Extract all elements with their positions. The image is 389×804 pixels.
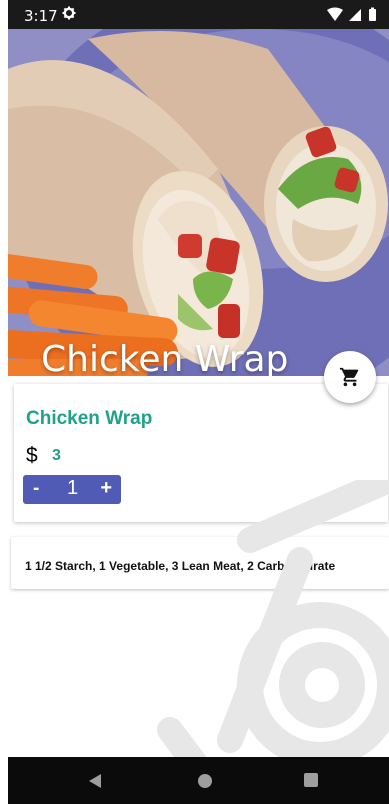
status-bar: 3:17 <box>8 0 389 29</box>
hero-title: Chicken Wrap <box>41 339 289 376</box>
currency-symbol: $ <box>26 444 38 467</box>
back-icon[interactable] <box>88 773 102 789</box>
product-price: 3 <box>52 447 61 464</box>
nutrition-text: 1 1/2 Starch, 1 Vegetable, 3 Lean Meat, … <box>25 559 336 573</box>
status-time: 3:17 <box>24 7 58 25</box>
product-card: Chicken Wrap $ 3 - 1 + <box>14 384 388 522</box>
quantity-stepper: - 1 + <box>23 475 121 504</box>
system-icons <box>327 7 376 21</box>
wifi-icon <box>327 7 343 21</box>
recents-icon[interactable] <box>304 773 318 787</box>
decrease-button[interactable]: - <box>33 478 39 500</box>
product-name: Chicken Wrap <box>26 408 153 429</box>
quantity-value: 1 <box>67 477 79 499</box>
hero-image: Chicken Wrap <box>8 29 389 376</box>
food-illustration <box>8 29 389 376</box>
watermark <box>157 480 389 760</box>
cart-icon <box>339 367 359 387</box>
nutrition-card: 1 1/2 Starch, 1 Vegetable, 3 Lean Meat, … <box>11 537 389 589</box>
cart-button[interactable] <box>324 351 376 403</box>
battery-icon <box>369 9 376 21</box>
navigation-bar <box>8 757 389 804</box>
increase-button[interactable]: + <box>100 477 112 500</box>
signal-icon <box>349 9 361 21</box>
home-icon[interactable] <box>197 773 213 789</box>
gear-icon <box>62 6 76 20</box>
